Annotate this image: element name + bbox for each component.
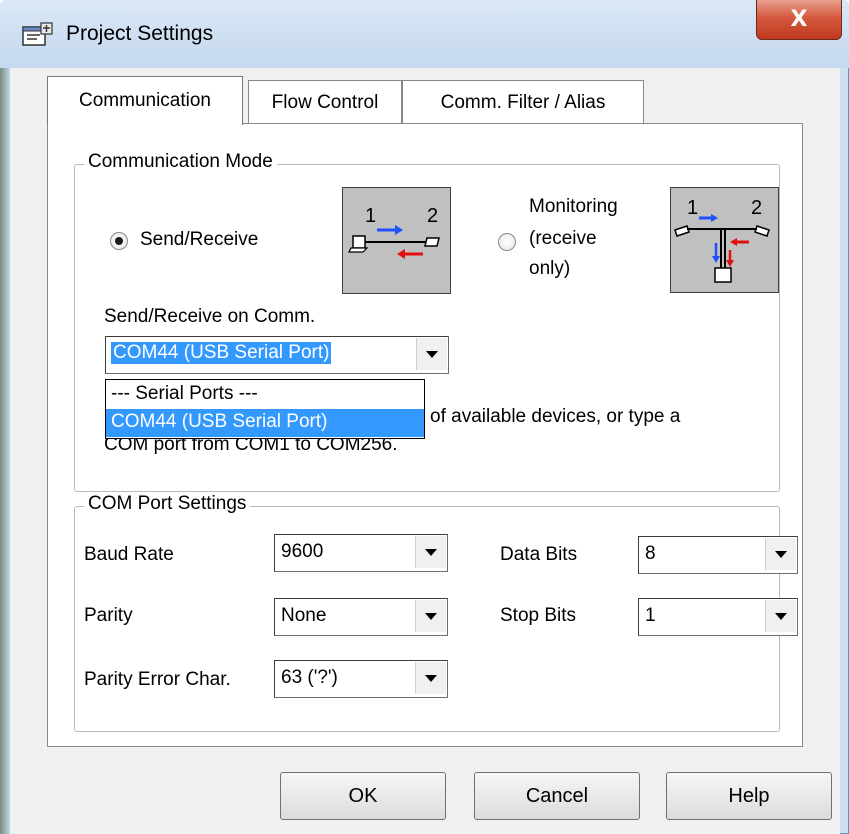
chevron-down-icon[interactable] xyxy=(765,600,796,632)
data-bits-label: Data Bits xyxy=(500,544,578,565)
monitoring-label-line2: (receive xyxy=(529,228,597,249)
data-bits-value: 8 xyxy=(645,543,656,564)
project-settings-icon xyxy=(22,22,54,50)
ok-button[interactable]: OK xyxy=(280,772,446,820)
baud-rate-value: 9600 xyxy=(281,541,324,562)
hint-text-line1: of available devices, or type a xyxy=(430,406,681,427)
parity-error-char-combo[interactable]: 63 ('?') xyxy=(274,660,448,698)
data-bits-combo[interactable]: 8 xyxy=(638,536,798,574)
monitoring-radio[interactable] xyxy=(498,233,516,251)
title-bar[interactable]: Project Settings X xyxy=(0,0,849,68)
help-button[interactable]: Help xyxy=(666,772,832,820)
tab-comm-filter-alias[interactable]: Comm. Filter / Alias xyxy=(402,80,644,125)
window-title: Project Settings xyxy=(66,22,214,45)
chevron-down-icon[interactable] xyxy=(415,662,446,694)
comm-port-dropdown-list: --- Serial Ports --- COM44 (USB Serial P… xyxy=(105,379,425,439)
comm-port-combo-value: COM44 (USB Serial Port) xyxy=(111,342,332,364)
diagram-monitor-port2: 2 xyxy=(751,197,762,219)
send-receive-radio[interactable] xyxy=(110,232,128,250)
dropdown-item-com44[interactable]: COM44 (USB Serial Port) xyxy=(106,409,424,437)
com-port-settings-title: COM Port Settings xyxy=(84,493,251,515)
baud-rate-label: Baud Rate xyxy=(84,544,174,565)
baud-rate-combo[interactable]: 9600 xyxy=(274,534,448,572)
stop-bits-combo[interactable]: 1 xyxy=(638,598,798,636)
send-receive-on-label: Send/Receive on Comm. xyxy=(104,306,316,327)
tab-flow-control[interactable]: Flow Control xyxy=(248,80,402,125)
tab-communication[interactable]: Communication xyxy=(47,76,243,125)
diagram-send-port1: 1 xyxy=(365,205,376,227)
parity-error-char-label: Parity Error Char. xyxy=(84,669,231,690)
monitoring-diagram: 1 2 xyxy=(670,187,779,293)
close-button[interactable]: X xyxy=(756,0,842,40)
diagram-send-port2: 2 xyxy=(427,205,438,227)
monitoring-label-line3: only) xyxy=(529,258,571,279)
send-receive-diagram: 1 2 xyxy=(342,187,451,294)
stop-bits-value: 1 xyxy=(645,605,656,626)
chevron-down-icon[interactable] xyxy=(415,600,446,632)
stop-bits-label: Stop Bits xyxy=(500,605,577,626)
parity-value: None xyxy=(281,605,327,626)
parity-error-char-value: 63 ('?') xyxy=(281,667,338,688)
chevron-down-icon[interactable] xyxy=(416,338,447,370)
parity-combo[interactable]: None xyxy=(274,598,448,636)
dropdown-item-serial-ports-header[interactable]: --- Serial Ports --- xyxy=(106,381,424,409)
cancel-button[interactable]: Cancel xyxy=(474,772,640,820)
diagram-monitor-port1: 1 xyxy=(687,197,698,219)
parity-label: Parity xyxy=(84,605,133,626)
communication-tab-panel: Communication Mode Send/Receive 1 2 Moni… xyxy=(47,123,803,747)
monitoring-label-line1: Monitoring xyxy=(529,196,618,217)
chevron-down-icon[interactable] xyxy=(765,538,796,570)
communication-mode-title: Communication Mode xyxy=(84,151,277,173)
send-receive-label: Send/Receive xyxy=(140,229,259,250)
window-left-edge xyxy=(0,60,10,834)
comm-port-combo[interactable]: COM44 (USB Serial Port) xyxy=(105,336,449,374)
chevron-down-icon[interactable] xyxy=(415,536,446,568)
